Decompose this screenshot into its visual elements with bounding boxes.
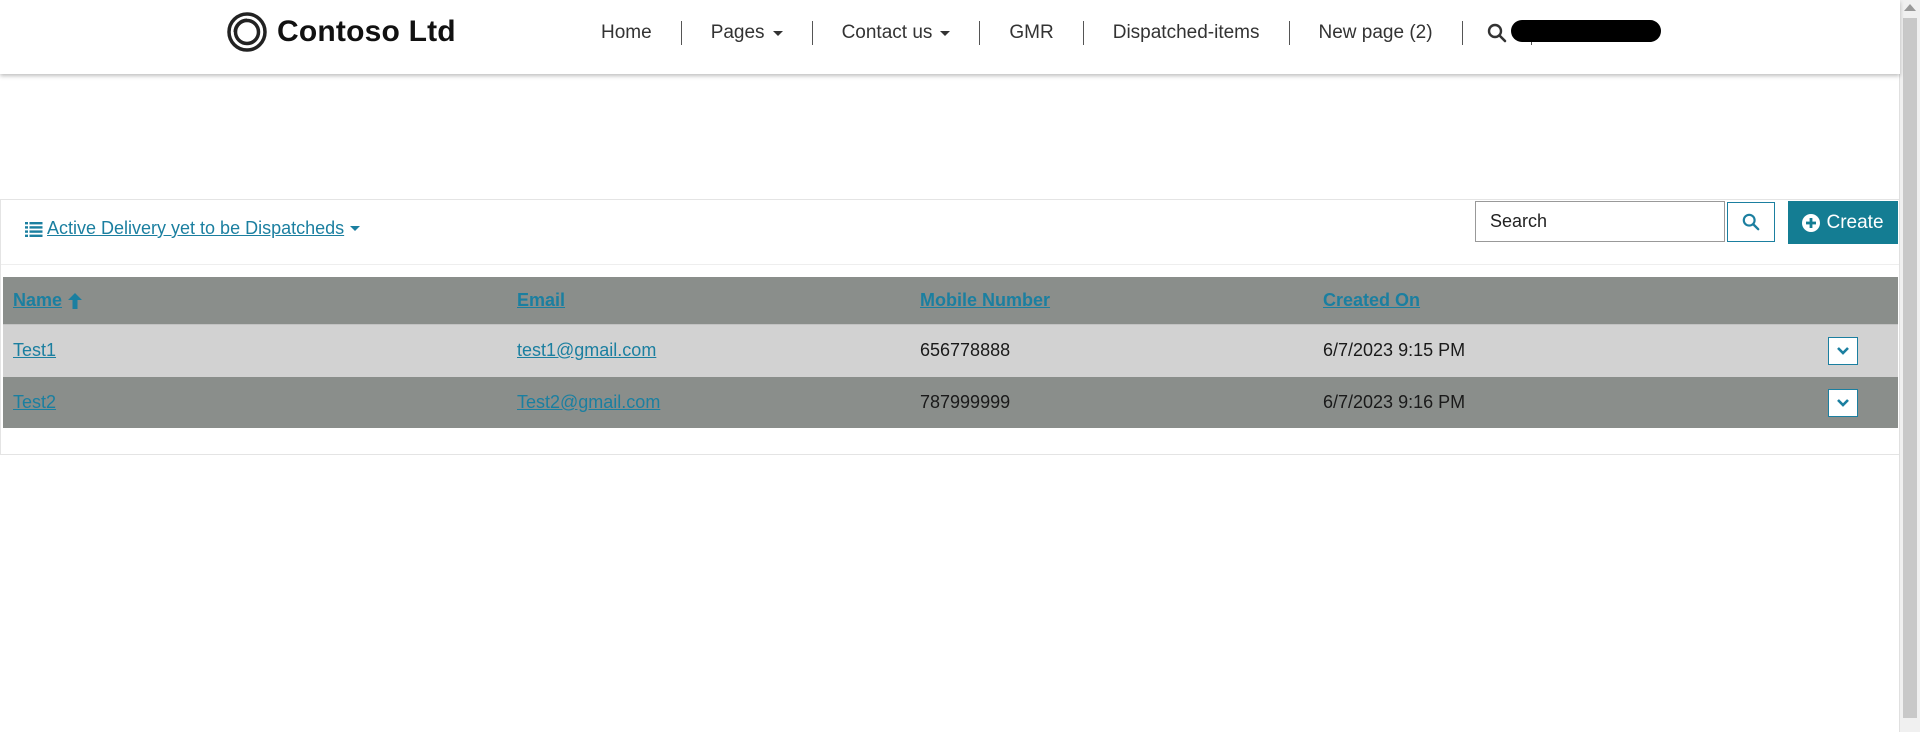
record-email-link[interactable]: test1@gmail.com: [517, 340, 656, 360]
nav-pages-label: Pages: [710, 22, 765, 43]
divider: [1, 264, 1900, 265]
nav-pages[interactable]: Pages: [682, 21, 813, 45]
row-actions-button[interactable]: [1828, 388, 1858, 417]
plus-circle-icon: [1802, 213, 1821, 232]
create-button[interactable]: Create: [1788, 201, 1898, 244]
search-icon: [1487, 23, 1506, 43]
cell-created-on: 6/7/2023 9:15 PM: [1313, 324, 1818, 377]
search-input[interactable]: [1475, 201, 1725, 242]
cell-created-on: 6/7/2023 9:16 PM: [1313, 376, 1818, 428]
column-header-mobile[interactable]: Mobile Number: [910, 277, 1313, 325]
scrollbar-thumb[interactable]: [1903, 18, 1917, 718]
arrow-up-icon: [68, 293, 83, 310]
nav-gmr-label: GMR: [1009, 22, 1054, 43]
cell-mobile: 656778888: [910, 324, 1313, 377]
row-actions-button[interactable]: [1828, 336, 1858, 365]
table-header-row: Name Email Mobile Number Created On: [3, 277, 1898, 325]
caret-down-icon: [350, 226, 361, 231]
chevron-down-icon: [1837, 398, 1849, 407]
record-name-link[interactable]: Test1: [13, 340, 56, 360]
search-icon: [1742, 213, 1760, 231]
nav-dispatched-label: Dispatched-items: [1112, 22, 1260, 43]
records-table: Name Email Mobile Number Created On Test…: [3, 277, 1898, 428]
nav-new-page[interactable]: New page (2): [1290, 21, 1463, 45]
caret-down-icon: [940, 30, 951, 36]
brand[interactable]: Contoso Ltd: [227, 10, 456, 54]
nav-contact-us[interactable]: Contact us: [813, 21, 981, 45]
main-nav: Home Pages Contact us GMR Dispatched-ite…: [580, 16, 1532, 50]
column-header-email[interactable]: Email: [507, 277, 910, 325]
column-header-name[interactable]: Name: [3, 277, 507, 325]
column-header-email-label: Email: [517, 290, 566, 310]
column-header-mobile-label: Mobile Number: [920, 290, 1051, 310]
cell-name: Test1: [3, 324, 507, 377]
nav-gmr[interactable]: GMR: [980, 21, 1084, 45]
caret-down-icon: [772, 30, 783, 36]
nav-contact-label: Contact us: [841, 22, 933, 43]
column-header-name-label: Name: [13, 290, 63, 310]
brand-name: Contoso Ltd: [277, 15, 456, 48]
entity-list: Active Delivery yet to be Dispatcheds Cr…: [0, 199, 1901, 455]
nav-new-page-label: New page (2): [1318, 22, 1433, 43]
create-button-label: Create: [1826, 211, 1884, 233]
cell-actions: [1818, 324, 1898, 377]
column-header-created-label: Created On: [1323, 290, 1421, 310]
cell-email: test1@gmail.com: [507, 324, 910, 377]
page-scrollbar[interactable]: [1899, 0, 1920, 732]
view-selector[interactable]: Active Delivery yet to be Dispatcheds: [25, 218, 361, 239]
table-row: Test1 test1@gmail.com 656778888 6/7/2023…: [3, 324, 1898, 377]
nav-home-label: Home: [601, 22, 652, 43]
record-mobile: 787999999: [920, 392, 1011, 412]
search-button[interactable]: [1727, 202, 1775, 242]
cell-email: Test2@gmail.com: [507, 376, 910, 428]
record-name-link[interactable]: Test2: [13, 392, 56, 412]
column-header-actions: [1818, 277, 1898, 325]
record-mobile: 656778888: [920, 340, 1011, 360]
scroll-up-arrow-icon[interactable]: [1904, 4, 1916, 11]
nav-dispatched-items[interactable]: Dispatched-items: [1084, 21, 1290, 45]
list-icon: [25, 221, 43, 237]
cell-name: Test2: [3, 376, 507, 428]
column-header-created-on[interactable]: Created On: [1313, 277, 1818, 325]
site-header: Contoso Ltd Home Pages Contact us GMR Di…: [0, 0, 1900, 74]
table-row: Test2 Test2@gmail.com 787999999 6/7/2023…: [3, 376, 1898, 428]
view-selector-label: Active Delivery yet to be Dispatcheds: [47, 218, 345, 238]
record-email-link[interactable]: Test2@gmail.com: [517, 392, 660, 412]
user-profile-menu[interactable]: [1511, 20, 1661, 42]
contoso-logo-icon: [227, 12, 267, 52]
record-created-on: 6/7/2023 9:15 PM: [1323, 340, 1466, 360]
nav-home[interactable]: Home: [580, 21, 682, 45]
record-created-on: 6/7/2023 9:16 PM: [1323, 392, 1466, 412]
cell-actions: [1818, 376, 1898, 428]
chevron-down-icon: [1837, 346, 1849, 355]
cell-mobile: 787999999: [910, 376, 1313, 428]
